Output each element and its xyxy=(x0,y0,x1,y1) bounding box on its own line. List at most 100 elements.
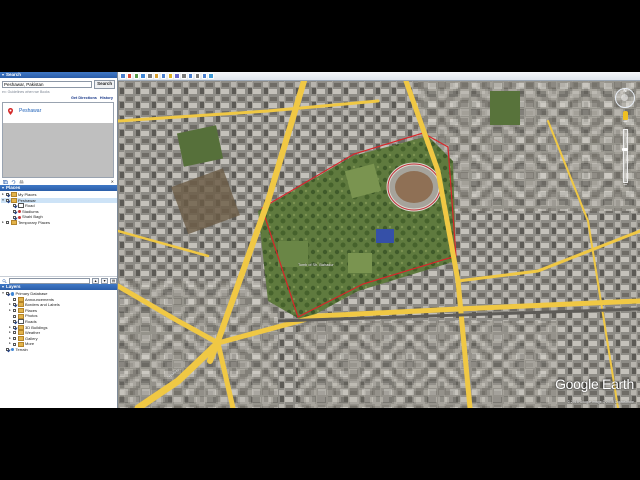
move-up-button[interactable]: ▲ xyxy=(92,277,100,284)
look-joystick[interactable] xyxy=(621,94,628,101)
folder-icon xyxy=(17,324,24,330)
globe-icon xyxy=(10,292,14,296)
status-bar: © 2018 Google Image © 2018 DigitalGlobe xyxy=(567,400,634,404)
folder-icon xyxy=(17,330,24,336)
layers-tree: ▾ Primary Database Announcements ▸ Borders a… xyxy=(0,290,117,353)
folder-view-button[interactable]: ▤ xyxy=(110,277,117,284)
folder-icon xyxy=(10,197,17,203)
sidebar-icon[interactable] xyxy=(120,73,126,79)
collapse-arrow-icon[interactable]: ▾ xyxy=(2,284,4,290)
sidebar: ▾Search Search ex: Guidelines when we Bo… xyxy=(0,72,118,408)
historical-imagery-icon[interactable] xyxy=(160,73,167,79)
placemark-icon xyxy=(17,215,21,219)
folder-icon xyxy=(10,192,17,198)
search-button[interactable]: Search xyxy=(94,80,115,89)
maps-icon[interactable] xyxy=(208,73,214,79)
ruler-icon[interactable] xyxy=(181,73,187,79)
tree-item-label: Temporary Places xyxy=(18,219,51,225)
visibility-checkbox[interactable] xyxy=(13,215,16,219)
image-overlay-icon[interactable] xyxy=(147,73,153,79)
refresh-icon[interactable] xyxy=(11,180,16,184)
places-header-label: Places xyxy=(6,185,21,190)
visibility-checkbox[interactable] xyxy=(13,342,16,346)
google-earth-logo: Google Earth xyxy=(555,376,634,392)
folder-icon xyxy=(17,313,24,319)
compass-icon[interactable]: N xyxy=(615,88,635,108)
road-icon xyxy=(17,203,24,209)
visibility-checkbox[interactable] xyxy=(13,320,16,324)
tour-icon[interactable] xyxy=(153,73,160,79)
visibility-checkbox[interactable] xyxy=(13,204,16,208)
visibility-checkbox[interactable] xyxy=(6,292,9,296)
map-viewport[interactable]: Tomb of Sh. Bahadur Railway N + − Google… xyxy=(118,81,640,408)
print-icon[interactable] xyxy=(19,180,24,184)
expand-toggle-icon[interactable]: ▾ xyxy=(1,291,5,297)
polygon-icon[interactable] xyxy=(133,73,140,79)
search-panel-header[interactable]: ▾ Search xyxy=(0,72,117,78)
expand-toggle-icon[interactable]: ▸ xyxy=(8,308,12,314)
zoom-out-button[interactable]: − xyxy=(614,182,636,189)
visibility-checkbox[interactable] xyxy=(6,221,9,225)
move-down-button[interactable]: ▼ xyxy=(101,277,109,284)
expand-toggle-icon[interactable]: ▾ xyxy=(1,198,5,204)
collapse-arrow-icon[interactable]: ▾ xyxy=(2,72,4,78)
search-icon[interactable] xyxy=(2,278,7,283)
visibility-checkbox[interactable] xyxy=(6,198,9,202)
folder-icon xyxy=(17,308,24,314)
globe-icon xyxy=(10,347,14,352)
email-icon[interactable] xyxy=(187,73,194,79)
collapse-arrow-icon[interactable]: ▾ xyxy=(2,185,4,191)
places-toolbar: ▲ ▼ ▤ xyxy=(0,276,117,284)
search-input[interactable] xyxy=(2,81,93,88)
visibility-checkbox[interactable] xyxy=(13,303,16,307)
folder-icon xyxy=(17,336,24,342)
layers-panel-header[interactable]: ▾ Layers xyxy=(0,284,117,290)
main-toolbar xyxy=(118,72,640,81)
road-icon xyxy=(17,319,24,325)
print-icon[interactable] xyxy=(194,73,201,79)
zoom-slider-knob[interactable] xyxy=(621,148,628,151)
places-search-input[interactable] xyxy=(8,277,91,284)
get-directions-link[interactable]: Get Directions xyxy=(71,96,97,100)
visibility-checkbox[interactable] xyxy=(13,314,16,318)
visibility-checkbox[interactable] xyxy=(13,325,16,329)
expand-toggle-icon[interactable]: ▸ xyxy=(8,341,12,347)
expand-toggle-icon[interactable]: ▸ xyxy=(1,220,5,226)
history-link[interactable]: History xyxy=(100,96,113,100)
visibility-checkbox[interactable] xyxy=(13,297,16,301)
search-result-label[interactable]: Peshawar xyxy=(19,108,41,114)
placemark-icon xyxy=(17,210,21,214)
visibility-checkbox[interactable] xyxy=(6,193,9,197)
tree-item[interactable]: ▸ Temporary Places xyxy=(1,220,117,226)
placemark-icon xyxy=(8,108,13,115)
zoom-in-button[interactable]: + xyxy=(614,119,636,126)
folder-icon xyxy=(17,296,24,302)
placemark-icon[interactable] xyxy=(126,73,133,79)
map-label-site[interactable]: Tomb of Sh. Bahadur xyxy=(298,263,334,267)
layers-header-label: Layers xyxy=(6,284,21,289)
copy-icon[interactable] xyxy=(3,180,8,184)
visibility-checkbox[interactable] xyxy=(13,309,16,313)
search-panel: Search ex: Guidelines when we Books Get … xyxy=(0,78,117,101)
visibility-checkbox[interactable] xyxy=(13,337,16,341)
navigation-controls: N + − xyxy=(614,88,636,189)
zoom-slider[interactable] xyxy=(621,129,628,183)
visibility-checkbox[interactable] xyxy=(13,331,16,335)
folder-icon xyxy=(10,220,17,226)
compass-north-label: N xyxy=(623,88,627,93)
visibility-checkbox[interactable] xyxy=(13,210,16,214)
planets-icon[interactable] xyxy=(174,73,180,79)
sun-icon[interactable] xyxy=(167,73,174,79)
satellite-imagery[interactable] xyxy=(118,81,640,408)
close-icon[interactable]: ✕ xyxy=(111,179,114,184)
path-icon[interactable] xyxy=(140,73,146,79)
folder-icon xyxy=(17,302,24,308)
search-header-label: Search xyxy=(6,72,22,77)
tree-item[interactable]: Terrain xyxy=(1,347,117,353)
visibility-checkbox[interactable] xyxy=(6,348,9,352)
search-result-item[interactable]: Peshawar xyxy=(3,103,113,123)
places-panel-header[interactable]: ▾ Places xyxy=(0,185,117,191)
save-image-icon[interactable] xyxy=(201,73,208,79)
search-results: Peshawar xyxy=(2,102,114,178)
search-links: Get Directions History xyxy=(2,95,115,101)
